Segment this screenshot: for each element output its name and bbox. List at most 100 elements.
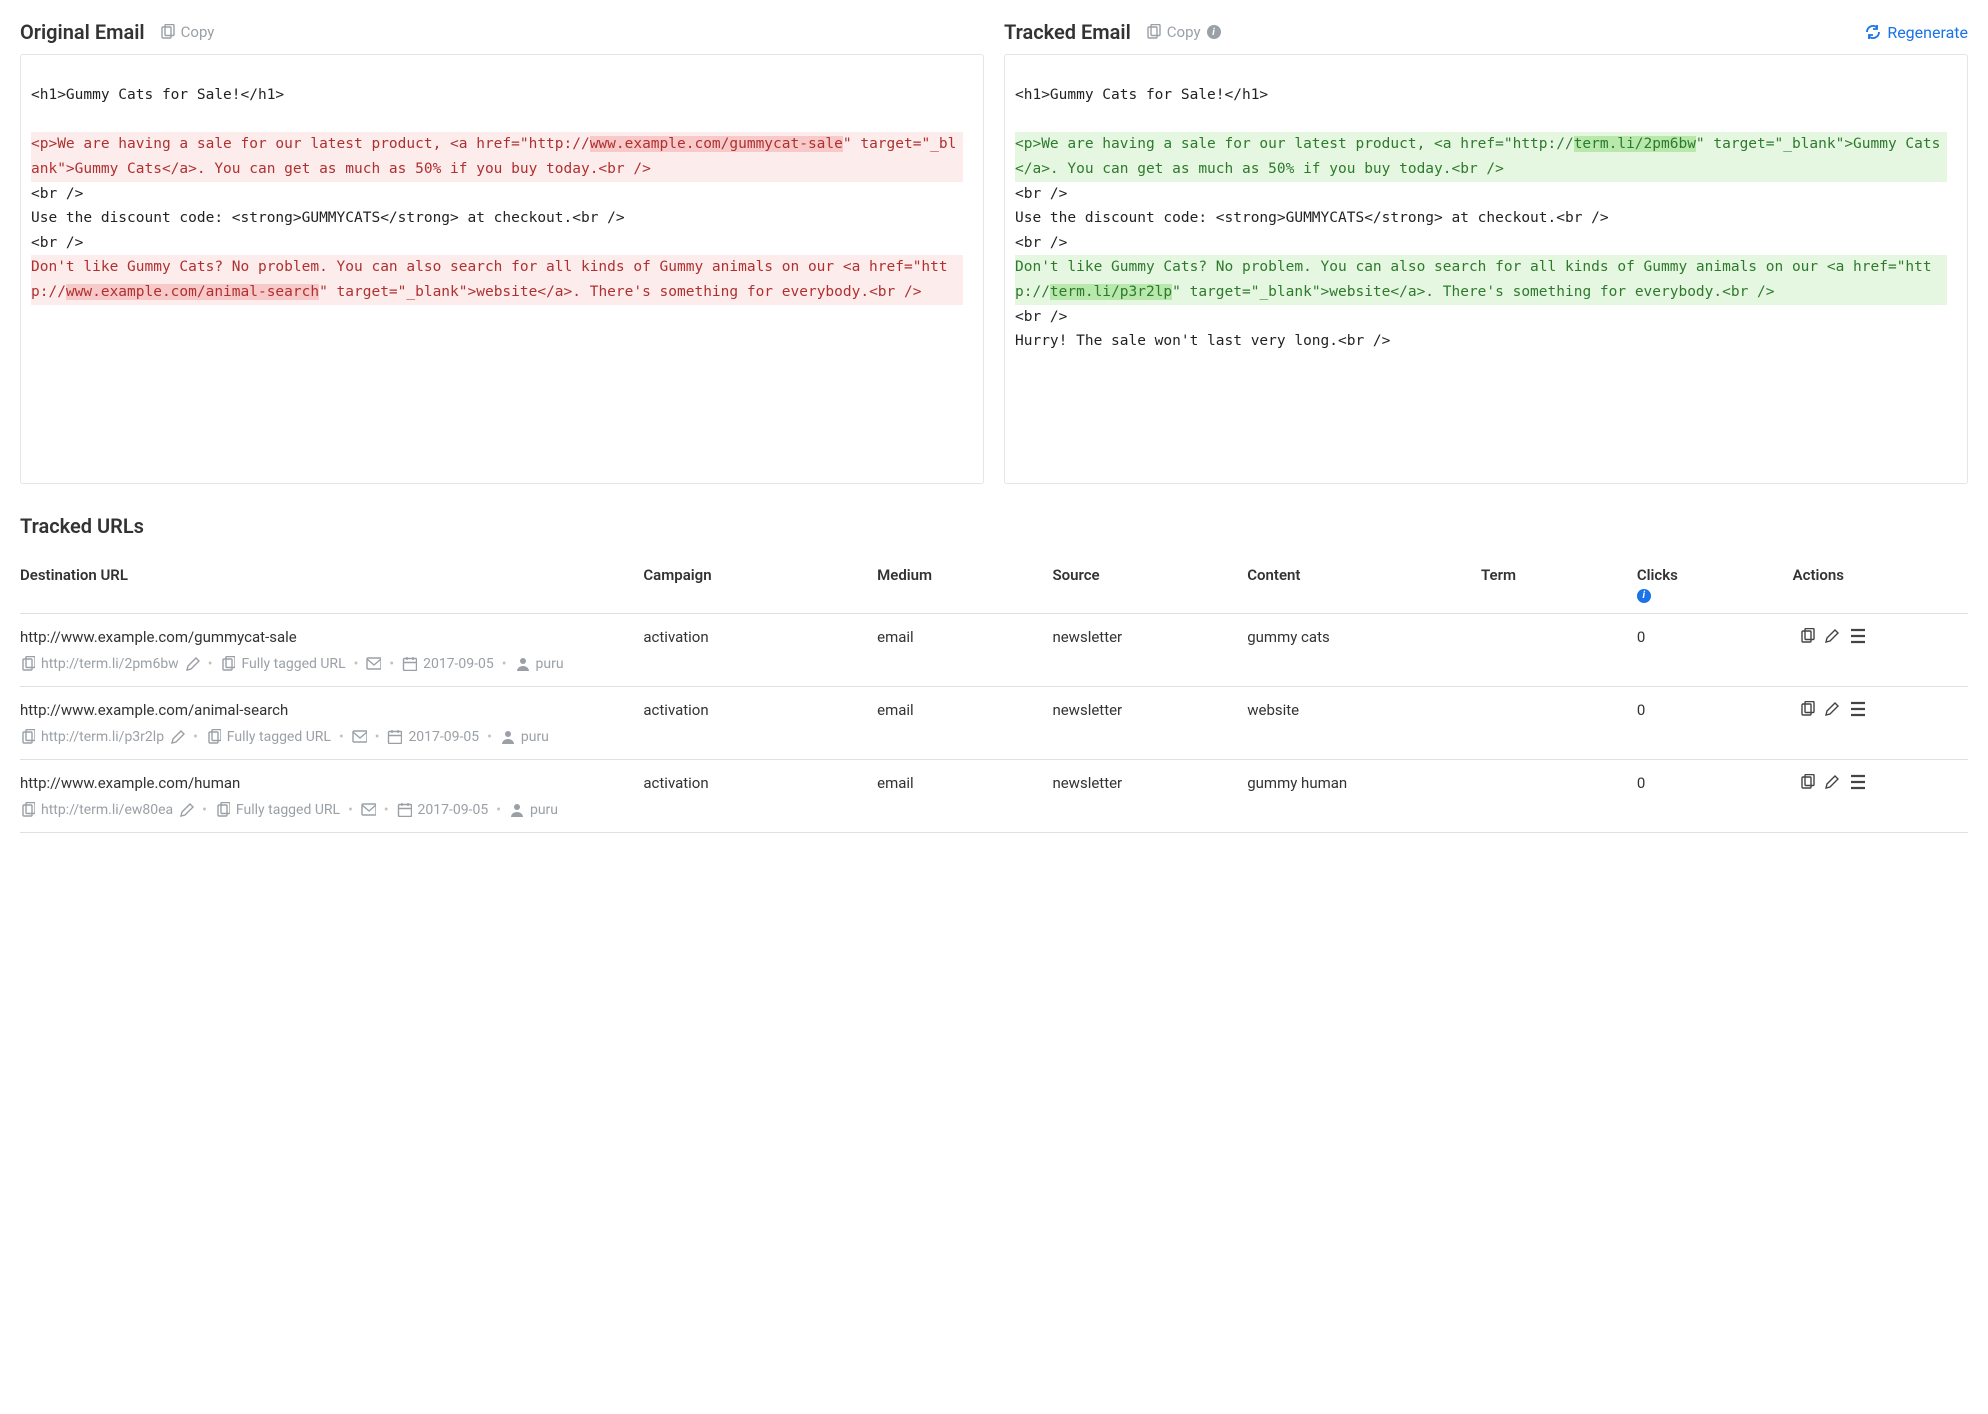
cell-clicks: 0	[1637, 759, 1793, 794]
copy-icon[interactable]	[20, 729, 35, 744]
th-campaign[interactable]: Campaign	[643, 556, 877, 613]
code-line: Use the discount code: <strong>GUMMYCATS…	[31, 206, 963, 231]
short-url: http://term.li/p3r2lp	[41, 729, 164, 745]
code-line: <br />	[1015, 231, 1947, 256]
menu-action[interactable]	[1850, 701, 1866, 717]
th-content[interactable]: Content	[1247, 556, 1481, 613]
cell-campaign: activation	[643, 686, 877, 721]
code-line	[1015, 108, 1947, 133]
menu-action[interactable]	[1850, 628, 1866, 644]
code-line	[31, 108, 963, 133]
original-email-title: Original Email	[20, 20, 145, 44]
th-term[interactable]: Term	[1481, 556, 1637, 613]
code-line: Don't like Gummy Cats? No problem. You c…	[1015, 255, 1947, 304]
short-url: http://term.li/ew80ea	[41, 802, 173, 818]
table-row: http://www.example.com/human activation …	[20, 759, 1968, 794]
short-url: http://term.li/2pm6bw	[41, 656, 179, 672]
user-label: puru	[521, 729, 549, 745]
copy-icon[interactable]	[215, 802, 230, 817]
cell-medium: email	[877, 613, 1052, 648]
copy-icon[interactable]	[206, 729, 221, 744]
cell-destination: http://www.example.com/human	[20, 759, 643, 794]
calendar-icon	[387, 729, 402, 744]
user-label: puru	[536, 656, 564, 672]
copy-icon[interactable]	[20, 802, 35, 817]
cell-medium: email	[877, 686, 1052, 721]
pencil-icon[interactable]	[179, 802, 194, 817]
regenerate-label: Regenerate	[1887, 23, 1968, 42]
cell-destination: http://www.example.com/gummycat-sale	[20, 613, 643, 648]
code-line: <h1>Gummy Cats for Sale!</h1>	[1015, 83, 1947, 108]
menu-icon	[1850, 701, 1866, 717]
pencil-icon	[1824, 701, 1840, 717]
menu-action[interactable]	[1850, 774, 1866, 790]
calendar-icon	[402, 656, 417, 671]
cell-term	[1481, 613, 1637, 648]
code-line: <br />	[1015, 305, 1947, 330]
date-label: 2017-09-05	[423, 656, 494, 672]
copy-action[interactable]	[1799, 628, 1815, 644]
tracked-email-panel: Tracked Email Copy i Regenerate <h1>Gumm…	[1004, 20, 1968, 484]
original-email-code[interactable]: <h1>Gummy Cats for Sale!</h1> <p>We are …	[20, 54, 984, 484]
table-meta-row: http://term.li/2pm6bw • Fully tagged URL…	[20, 648, 1968, 687]
copy-icon	[1799, 701, 1815, 717]
pencil-icon	[1824, 628, 1840, 644]
cell-content: website	[1247, 686, 1481, 721]
pencil-icon[interactable]	[185, 656, 200, 671]
table-row: http://www.example.com/gummycat-sale act…	[20, 613, 1968, 648]
th-clicks[interactable]: Clicks i	[1637, 556, 1793, 613]
copy-icon	[1145, 24, 1161, 40]
user-icon	[515, 656, 530, 671]
info-icon[interactable]: i	[1207, 25, 1221, 39]
copy-label: Copy	[181, 23, 215, 41]
original-email-panel: Original Email Copy <h1>Gummy Cats for S…	[20, 20, 984, 484]
th-medium[interactable]: Medium	[877, 556, 1052, 613]
code-line: <br />	[31, 231, 963, 256]
th-source[interactable]: Source	[1052, 556, 1247, 613]
mail-icon	[366, 656, 381, 671]
code-line: <br />	[1015, 182, 1947, 207]
code-line: Don't like Gummy Cats? No problem. You c…	[31, 255, 963, 304]
code-line: <h1>Gummy Cats for Sale!</h1>	[31, 83, 963, 108]
copy-icon[interactable]	[220, 656, 235, 671]
mail-icon	[352, 729, 367, 744]
edit-action[interactable]	[1824, 774, 1840, 790]
tagged-label: Fully tagged URL	[236, 802, 340, 818]
code-line: Hurry! The sale won't last very long.<br…	[1015, 329, 1947, 354]
th-destination[interactable]: Destination URL	[20, 556, 643, 613]
copy-icon	[1799, 774, 1815, 790]
tracked-urls-table: Destination URL Campaign Medium Source C…	[20, 556, 1968, 833]
code-line: Use the discount code: <strong>GUMMYCATS…	[1015, 206, 1947, 231]
tracked-email-code[interactable]: <h1>Gummy Cats for Sale!</h1> <p>We are …	[1004, 54, 1968, 484]
table-meta-row: http://term.li/ew80ea • Fully tagged URL…	[20, 794, 1968, 833]
cell-clicks: 0	[1637, 613, 1793, 648]
user-icon	[500, 729, 515, 744]
date-label: 2017-09-05	[408, 729, 479, 745]
user-label: puru	[530, 802, 558, 818]
menu-icon	[1850, 628, 1866, 644]
copy-action[interactable]	[1799, 701, 1815, 717]
tagged-label: Fully tagged URL	[227, 729, 331, 745]
table-meta-row: http://term.li/p3r2lp • Fully tagged URL…	[20, 721, 1968, 760]
cell-clicks: 0	[1637, 686, 1793, 721]
cell-source: newsletter	[1052, 613, 1247, 648]
code-line: <br />	[31, 182, 963, 207]
edit-action[interactable]	[1824, 701, 1840, 717]
copy-icon	[159, 24, 175, 40]
copy-action[interactable]	[1799, 774, 1815, 790]
cell-campaign: activation	[643, 759, 877, 794]
copy-tracked-button[interactable]: Copy i	[1145, 23, 1221, 41]
code-line: <p>We are having a sale for our latest p…	[1015, 132, 1947, 181]
th-actions: Actions	[1793, 556, 1968, 613]
cell-content: gummy cats	[1247, 613, 1481, 648]
cell-source: newsletter	[1052, 686, 1247, 721]
pencil-icon[interactable]	[170, 729, 185, 744]
regenerate-button[interactable]: Regenerate	[1865, 23, 1968, 42]
copy-label: Copy	[1167, 23, 1201, 41]
info-icon[interactable]: i	[1637, 589, 1651, 603]
copy-icon[interactable]	[20, 656, 35, 671]
copy-original-button[interactable]: Copy	[159, 23, 215, 41]
cell-source: newsletter	[1052, 759, 1247, 794]
edit-action[interactable]	[1824, 628, 1840, 644]
mail-icon	[361, 802, 376, 817]
